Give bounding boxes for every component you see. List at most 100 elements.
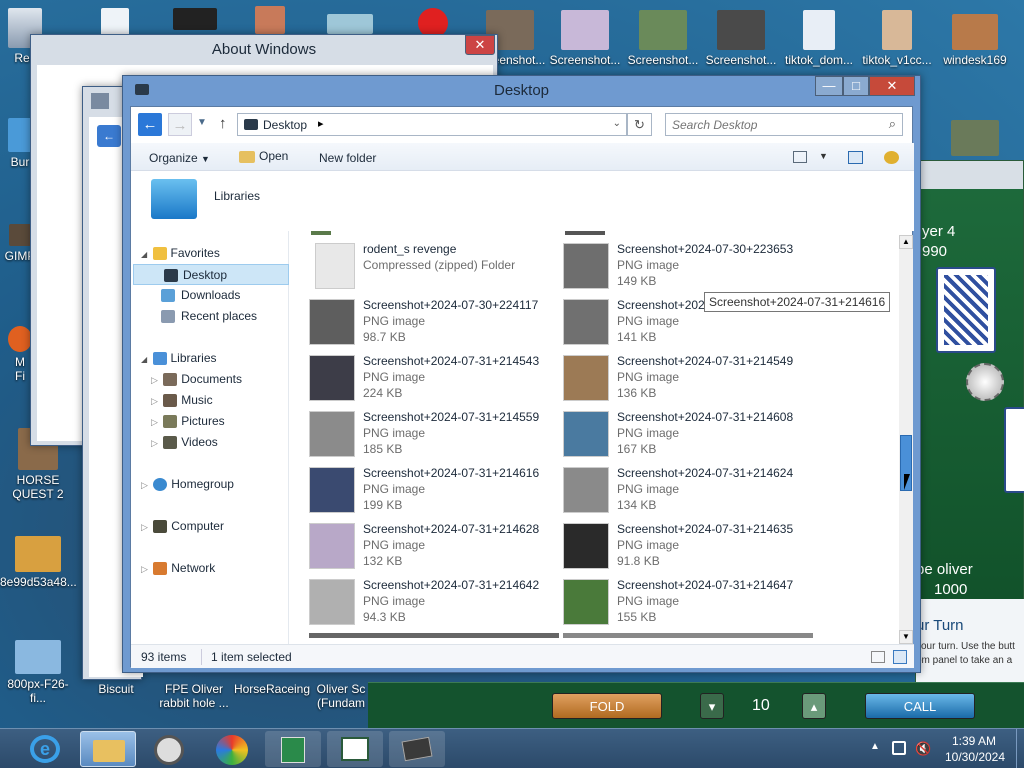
desktop-icon-screenshot[interactable]: Screenshot...	[623, 10, 703, 67]
sidebar-item-network[interactable]: ▷ Network	[141, 558, 215, 579]
maximize-button[interactable]: □	[843, 76, 869, 96]
file-item[interactable]: Screenshot+2024-07-31+214608 PNG image 1…	[563, 409, 813, 459]
desktop-icon-label: Screenshot...	[705, 53, 777, 67]
bet-decrease-button[interactable]: ▾	[700, 693, 724, 719]
card-game-icon	[281, 737, 305, 763]
file-item[interactable]: Screenshot+2024-07-30+223653 PNG image 1…	[563, 241, 813, 291]
file-item[interactable]: Screenshot+2024-07-31+214635 PNG image 9…	[563, 521, 813, 571]
expand-arrow-icon[interactable]: ▷	[141, 522, 148, 532]
desktop-icon-windesk[interactable]: windesk169	[935, 14, 1015, 67]
about-window-close-button[interactable]: ✕	[465, 35, 495, 55]
desktop-icon-tiktok-audio[interactable]: tiktok_dom...	[779, 10, 859, 67]
new-folder-button[interactable]: New folder	[319, 151, 376, 165]
file-item[interactable]: Screenshot+2024-07-31+214624 PNG image 1…	[563, 465, 813, 515]
taskbar-media-button[interactable]	[141, 731, 197, 767]
taskbar-ie-button[interactable]: e	[16, 731, 74, 767]
desktop-icon-biscuit[interactable]: Biscuit	[78, 682, 154, 696]
back-arrow-icon[interactable]: ←	[97, 125, 121, 147]
expand-arrow-icon[interactable]: ▷	[151, 438, 158, 448]
file-name: Screenshot+2024-07-31+214543	[363, 354, 540, 368]
taskbar-app-button[interactable]	[204, 731, 260, 767]
expand-arrow-icon[interactable]: ▷	[151, 396, 158, 406]
expand-arrow-icon[interactable]: ▷	[141, 564, 148, 574]
sidebar-item-homegroup[interactable]: ▷ Homegroup	[141, 474, 234, 495]
file-item[interactable]: Screenshot+2024-07-31+214616 PNG image 1…	[309, 465, 559, 515]
file-item[interactable]: Screenshot+2024-07-31+214628 PNG image 1…	[309, 521, 559, 571]
desktop-icon-tiktok-video[interactable]: tiktok_v1cc...	[857, 10, 937, 67]
address-crumb-chevron-icon[interactable]: ▸	[318, 117, 324, 130]
libraries-header[interactable]: ◢ Libraries	[141, 348, 217, 369]
large-icons-view-icon[interactable]	[893, 650, 907, 664]
desktop-icon-image[interactable]	[250, 6, 290, 37]
details-view-icon[interactable]	[871, 651, 885, 663]
up-button[interactable]: ↑	[219, 115, 227, 132]
address-bar[interactable]: Desktop ▸ ⌄	[237, 113, 627, 136]
vertical-scrollbar[interactable]: ▲ ▼	[899, 235, 913, 644]
file-size: 155 KB	[617, 610, 657, 624]
preview-pane-icon[interactable]	[848, 151, 863, 164]
expand-triangle-icon[interactable]: ◢	[141, 355, 147, 364]
address-crumb-desktop[interactable]: Desktop	[263, 118, 307, 132]
bet-increase-button[interactable]: ▴	[802, 693, 826, 719]
call-button[interactable]: CALL	[865, 693, 975, 719]
sidebar-item-documents[interactable]: ▷ Documents	[151, 369, 242, 390]
change-view-icon[interactable]	[793, 151, 807, 163]
clock-time[interactable]: 1:39 AM	[950, 734, 998, 748]
sidebar-item-recent-places[interactable]: Recent places	[161, 306, 257, 327]
organize-button[interactable]: Organize ▼	[149, 151, 210, 165]
file-item[interactable]: Screenshot+2024-07-31+214549 PNG image 1…	[563, 353, 813, 403]
help-icon[interactable]	[884, 151, 899, 164]
taskbar-window-button[interactable]	[327, 731, 383, 767]
close-button[interactable]: ✕	[869, 76, 915, 96]
address-dropdown-chevron-down-icon[interactable]: ⌄	[613, 118, 621, 129]
minimize-button[interactable]: —	[815, 76, 843, 96]
search-box[interactable]: ⌕	[665, 113, 903, 136]
refresh-button[interactable]: ↻	[627, 113, 652, 136]
taskbar-solitaire-button[interactable]	[265, 731, 321, 767]
favorites-header[interactable]: ◢ Favorites	[141, 243, 220, 264]
file-item[interactable]: Screenshot+2024-07-31+214642 PNG image 9…	[309, 577, 559, 627]
taskbar-explorer-button[interactable]	[80, 731, 136, 767]
expand-triangle-icon[interactable]: ◢	[141, 250, 147, 259]
desktop-icon-image[interactable]	[945, 120, 1005, 159]
file-item[interactable]: Screenshot+2024-07-31+214559 PNG image 1…	[309, 409, 559, 459]
search-input[interactable]	[672, 116, 872, 133]
taskbar-poker-button[interactable]	[389, 731, 445, 767]
search-icon[interactable]: ⌕	[889, 116, 896, 132]
fold-button[interactable]: FOLD	[552, 693, 662, 719]
desktop-icon-image[interactable]	[170, 8, 220, 33]
expand-arrow-icon[interactable]: ▷	[141, 480, 148, 490]
expand-arrow-icon[interactable]: ▷	[151, 417, 158, 427]
open-button[interactable]: Open	[239, 149, 288, 163]
expand-arrow-icon[interactable]: ▷	[151, 375, 158, 385]
scroll-down-arrow-icon[interactable]: ▼	[899, 630, 913, 644]
desktop-icon-oliver-sc[interactable]: Oliver Sc (Fundam	[311, 682, 371, 710]
file-item[interactable]: Screenshot+2024-07-31+214647 PNG image 1…	[563, 577, 813, 627]
file-item[interactable]: Screenshot+2024-07-30+224117 PNG image 9…	[309, 297, 559, 347]
playing-card	[936, 267, 996, 353]
network-tray-icon[interactable]	[892, 741, 906, 755]
view-options-chevron-down-icon[interactable]: ▼	[819, 151, 828, 161]
sidebar-item-pictures[interactable]: ▷ Pictures	[151, 411, 225, 432]
desktop-icon-image[interactable]: 800px-F26-fi...	[0, 640, 76, 705]
desktop-icon-image[interactable]: 8e99d53a48...	[0, 536, 77, 589]
file-item[interactable]: rodent_s revenge Compressed (zipped) Fol…	[309, 241, 559, 291]
back-button[interactable]: ←	[138, 113, 162, 136]
sidebar-item-desktop[interactable]: Desktop	[133, 264, 289, 285]
sidebar-item-music[interactable]: ▷ Music	[151, 390, 213, 411]
sidebar-item-downloads[interactable]: Downloads	[161, 285, 240, 306]
volume-muted-icon[interactable]: 🔇	[915, 741, 931, 757]
recent-locations-chevron-down-icon[interactable]: ▼	[197, 117, 207, 128]
forward-button[interactable]: →	[168, 113, 192, 136]
desktop-icon-screenshot[interactable]: Screenshot...	[545, 10, 625, 67]
file-item[interactable]: Screenshot+2024-07-31+214543 PNG image 2…	[309, 353, 559, 403]
desktop-icon-fpe-oliver[interactable]: FPE Oliver rabbit hole ...	[155, 682, 233, 710]
scroll-up-arrow-icon[interactable]: ▲	[899, 235, 913, 249]
desktop-icon-screenshot[interactable]: Screenshot...	[701, 10, 781, 67]
show-desktop-button[interactable]	[1016, 729, 1024, 768]
sidebar-item-computer[interactable]: ▷ Computer	[141, 516, 224, 537]
desktop-icon-horseraceing[interactable]: HorseRaceing	[233, 682, 311, 696]
show-hidden-icons-chevron-up-icon[interactable]: ▲	[870, 741, 880, 752]
clock-date[interactable]: 10/30/2024	[944, 750, 1006, 764]
sidebar-item-videos[interactable]: ▷ Videos	[151, 432, 218, 453]
